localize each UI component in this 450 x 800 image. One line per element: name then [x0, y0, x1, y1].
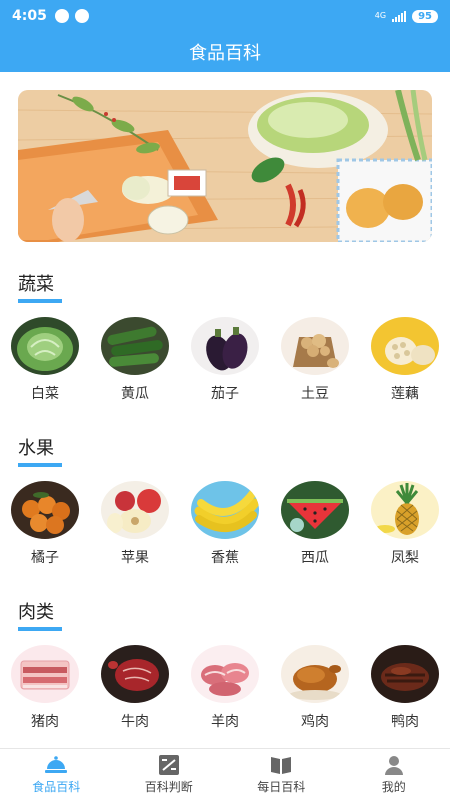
- tab-food-encyclopedia[interactable]: 食品百科: [0, 749, 113, 800]
- signal-icon: [392, 10, 407, 22]
- food-item-potato[interactable]: 土豆: [280, 317, 350, 403]
- food-item-watermelon[interactable]: 西瓜: [280, 481, 350, 567]
- user-icon: [384, 755, 403, 775]
- section-underline: [18, 299, 62, 303]
- judge-icon: [158, 754, 179, 775]
- pineapple-image: [371, 481, 439, 539]
- mutton-image: [191, 645, 259, 703]
- banner-image[interactable]: [18, 90, 432, 242]
- status-time: 4:05: [12, 8, 47, 24]
- food-item-label: 鸭肉: [391, 714, 419, 730]
- food-item-beef[interactable]: 牛肉: [100, 645, 170, 731]
- tab-label: 食品百科: [32, 779, 81, 794]
- food-item-label: 莲藕: [391, 386, 419, 402]
- title-bar: 食品百科: [0, 32, 450, 72]
- food-item-label: 西瓜: [301, 550, 329, 566]
- notification-icon: [54, 9, 69, 23]
- watermelon-image: [281, 481, 349, 539]
- section-title-vegetables: 蔬菜: [18, 270, 62, 303]
- section-title-fruits: 水果: [18, 434, 62, 467]
- main-content: 蔬菜 白菜 黄瓜 茄子 土豆 莲藕 水果 橘子 苹果 香蕉 西瓜 凤梨 肉类 猪…: [0, 72, 450, 748]
- food-item-duck[interactable]: 鸭肉: [370, 645, 440, 731]
- food-item-banana[interactable]: 香蕉: [190, 481, 260, 567]
- cabbage-image: [11, 317, 79, 375]
- section-title-text: 蔬菜: [18, 274, 54, 295]
- food-item-chicken[interactable]: 鸡肉: [280, 645, 350, 731]
- food-item-label: 香蕉: [211, 550, 239, 566]
- book-icon: [271, 756, 292, 774]
- potato-image: [281, 317, 349, 375]
- sync-icon: [74, 9, 89, 23]
- status-bar: 4:05 4G 95: [0, 0, 450, 32]
- battery-indicator: 95: [412, 9, 438, 23]
- section-underline: [18, 463, 62, 467]
- eggplant-image: [191, 317, 259, 375]
- lotus-root-image: [371, 317, 439, 375]
- food-item-label: 土豆: [301, 386, 329, 402]
- tab-label: 我的: [381, 779, 406, 794]
- tab-encyclopedia-judge[interactable]: 百科判断: [113, 749, 226, 800]
- tab-daily-encyclopedia[interactable]: 每日百科: [225, 749, 338, 800]
- food-item-cabbage[interactable]: 白菜: [10, 317, 80, 403]
- section-title-text: 水果: [18, 438, 54, 459]
- food-item-eggplant[interactable]: 茄子: [190, 317, 260, 403]
- food-item-apple[interactable]: 苹果: [100, 481, 170, 567]
- food-item-pineapple[interactable]: 凤梨: [370, 481, 440, 567]
- tab-profile[interactable]: 我的: [338, 749, 450, 800]
- section-title-text: 肉类: [18, 602, 54, 623]
- duck-image: [371, 645, 439, 703]
- food-item-label: 鸡肉: [301, 714, 329, 730]
- food-item-lotus-root[interactable]: 莲藕: [370, 317, 440, 403]
- vegetables-row: 白菜 黄瓜 茄子 土豆 莲藕: [0, 317, 450, 407]
- chicken-image: [281, 645, 349, 703]
- section-underline: [18, 627, 62, 631]
- page-title: 食品百科: [189, 43, 261, 64]
- meat-row: 猪肉 牛肉 羊肉 鸡肉 鸭肉: [0, 645, 450, 735]
- pork-image: [11, 645, 79, 703]
- network-type: 4G: [374, 11, 387, 20]
- food-dish-icon: [45, 755, 68, 773]
- tab-label: 百科判断: [144, 779, 193, 794]
- food-item-cucumber[interactable]: 黄瓜: [100, 317, 170, 403]
- cucumber-image: [101, 317, 169, 375]
- fruits-row: 橘子 苹果 香蕉 西瓜 凤梨: [0, 481, 450, 571]
- food-item-label: 橘子: [31, 550, 59, 566]
- food-item-label: 羊肉: [211, 714, 239, 730]
- food-item-mutton[interactable]: 羊肉: [190, 645, 260, 731]
- food-item-pork[interactable]: 猪肉: [10, 645, 80, 731]
- food-item-label: 猪肉: [31, 714, 59, 730]
- banana-image: [191, 481, 259, 539]
- section-title-meat: 肉类: [18, 598, 62, 631]
- orange-image: [11, 481, 79, 539]
- tab-label: 每日百科: [257, 779, 306, 794]
- apple-image: [101, 481, 169, 539]
- food-item-label: 黄瓜: [121, 386, 149, 402]
- food-item-label: 茄子: [211, 386, 239, 402]
- beef-image: [101, 645, 169, 703]
- food-item-orange[interactable]: 橘子: [10, 481, 80, 567]
- food-item-label: 牛肉: [121, 714, 149, 730]
- food-item-label: 白菜: [31, 386, 59, 402]
- food-item-label: 凤梨: [391, 550, 419, 566]
- bottom-tab-bar: 食品百科 百科判断 每日百科 我的: [0, 748, 450, 800]
- food-item-label: 苹果: [121, 550, 149, 566]
